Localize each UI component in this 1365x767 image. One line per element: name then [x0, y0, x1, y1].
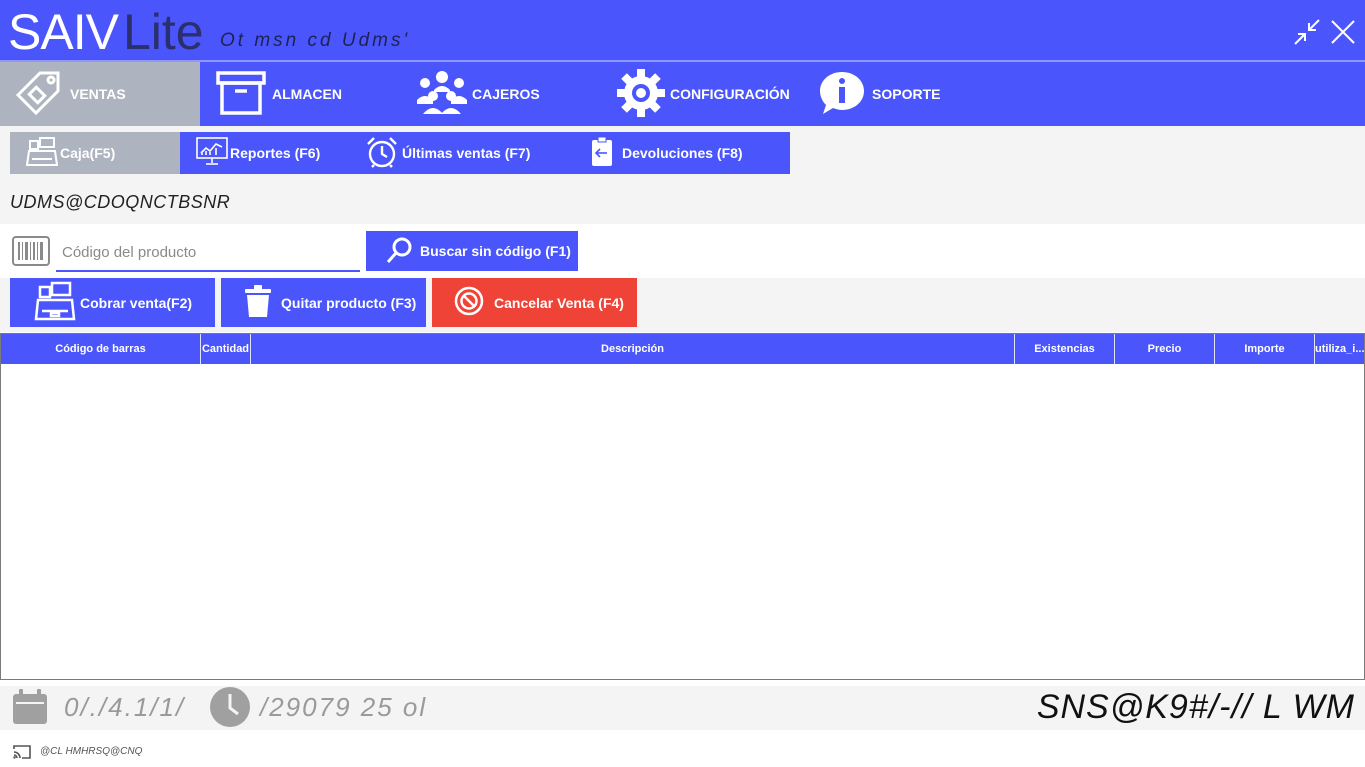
- sales-tag-icon: [12, 65, 68, 124]
- app-logo-saiv: SAIV: [8, 4, 119, 60]
- menu-item-cajeros[interactable]: CAJEROS: [400, 62, 610, 126]
- report-monitor-icon: [196, 136, 228, 170]
- search-without-code-button[interactable]: Buscar sin código (F1): [366, 231, 578, 271]
- section-title: UDMS@CDOQNCTBSNR: [10, 192, 231, 212]
- column-header-quantity[interactable]: Cantidad: [201, 334, 251, 364]
- column-header-description[interactable]: Descripción: [251, 334, 1015, 364]
- tab-reportes[interactable]: Reportes (F6): [180, 132, 352, 174]
- barcode-icon: [12, 236, 50, 271]
- menu-item-label: ALMACEN: [272, 86, 342, 102]
- column-header-price[interactable]: Precio: [1115, 334, 1215, 364]
- close-window-icon[interactable]: [1329, 18, 1357, 46]
- status-time: /29079 25 ol: [260, 692, 428, 722]
- tab-label: Caja(F5): [60, 145, 116, 161]
- column-header-amount[interactable]: Importe: [1215, 334, 1315, 364]
- return-clipboard-icon: [590, 136, 614, 170]
- box-icon: [216, 70, 266, 118]
- main-menu: VENTAS ALMACEN CAJEROS CONFIGURACIÓN SOP…: [0, 60, 1365, 126]
- gear-icon: [616, 68, 666, 121]
- remove-product-button[interactable]: Quitar producto (F3): [221, 278, 426, 327]
- status-date: 0/./4.1/1/: [64, 692, 186, 722]
- tab-caja[interactable]: Caja(F5): [10, 132, 180, 174]
- menu-item-label: CONFIGURACIÓN: [670, 86, 790, 102]
- clock-icon: [210, 687, 250, 732]
- search-button-label: Buscar sin código (F1): [420, 243, 571, 259]
- calendar-icon: [12, 689, 48, 730]
- menu-item-label: CAJEROS: [472, 86, 540, 102]
- restore-window-icon[interactable]: [1293, 18, 1321, 46]
- menu-item-configuracion[interactable]: CONFIGURACIÓN: [610, 62, 810, 126]
- magnifier-icon: [386, 236, 414, 267]
- cancel-icon: [454, 286, 484, 319]
- menu-item-soporte[interactable]: SOPORTE: [810, 62, 1010, 126]
- app-subtitle: Ot msn cd Udms': [220, 30, 411, 51]
- title-bar: SAIV Lite Ot msn cd Udms': [0, 0, 1365, 60]
- cash-register-icon: [34, 281, 76, 324]
- remove-button-label: Quitar producto (F3): [281, 294, 417, 311]
- sub-tabs: Caja(F5) Reportes (F6) Últimas ventas (F…: [10, 132, 790, 174]
- sale-number: SNS@K9#/-// L WM: [1036, 688, 1355, 726]
- sale-items-table[interactable]: Código de barras Cantidad Descripción Ex…: [0, 333, 1365, 680]
- trash-icon: [243, 284, 273, 321]
- alarm-clock-icon: [366, 136, 398, 171]
- charge-button-label: Cobrar venta(F2): [80, 294, 193, 311]
- cash-register-icon: [25, 136, 59, 170]
- charge-sale-button[interactable]: Cobrar venta(F2): [10, 278, 215, 327]
- cancel-button-label: Cancelar Venta (F4): [494, 294, 624, 311]
- menu-item-label: VENTAS: [70, 86, 126, 102]
- menu-item-almacen[interactable]: ALMACEN: [200, 62, 400, 126]
- tab-label: Devoluciones (F8): [622, 145, 743, 161]
- cancel-sale-button[interactable]: Cancelar Venta (F4): [432, 278, 637, 327]
- cast-icon: [12, 744, 32, 765]
- tab-label: Últimas ventas (F7): [402, 145, 531, 161]
- users-icon: [416, 70, 468, 119]
- app-logo-lite: Lite: [123, 4, 204, 60]
- tab-label: Reportes (F6): [230, 145, 321, 161]
- menu-item-ventas[interactable]: VENTAS: [0, 62, 200, 126]
- menu-item-label: SOPORTE: [872, 86, 941, 102]
- tab-devoluciones[interactable]: Devoluciones (F8): [572, 132, 790, 174]
- info-bubble-icon: [818, 70, 866, 119]
- column-header-utiliza[interactable]: utiliza_i...: [1315, 334, 1364, 364]
- column-header-stock[interactable]: Existencias: [1015, 334, 1115, 364]
- column-header-barcode[interactable]: Código de barras: [1, 334, 201, 364]
- tab-ultimas-ventas[interactable]: Últimas ventas (F7): [352, 132, 572, 174]
- product-code-input[interactable]: [56, 234, 360, 272]
- table-header: Código de barras Cantidad Descripción Ex…: [1, 334, 1364, 364]
- sub-tab-bar: Caja(F5) Reportes (F6) Últimas ventas (F…: [0, 126, 1365, 180]
- footer-info: @CL HMHRSQ@CNQ: [40, 746, 143, 757]
